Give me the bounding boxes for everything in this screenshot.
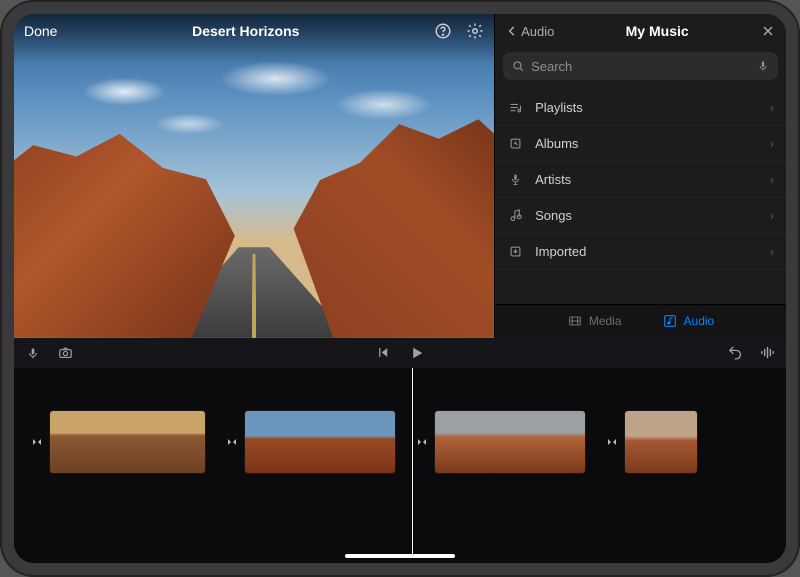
menu-item-playlists[interactable]: Playlists ›: [495, 90, 786, 126]
menu-item-imported[interactable]: Imported ›: [495, 234, 786, 270]
menu-item-albums[interactable]: Albums ›: [495, 126, 786, 162]
preview-header: Done Desert Horizons: [14, 14, 494, 48]
timeline-clip[interactable]: [435, 411, 585, 473]
preview-canvas[interactable]: [14, 14, 494, 338]
search-input[interactable]: Search: [503, 52, 778, 80]
transport-bar: [14, 338, 786, 368]
timeline-clip[interactable]: [245, 411, 395, 473]
panel-close-button[interactable]: [760, 23, 776, 39]
menu-item-songs[interactable]: Songs ›: [495, 198, 786, 234]
tab-audio-label: Audio: [684, 314, 715, 328]
ipad-frame: Done Desert Horizons: [0, 0, 800, 577]
transition-icon[interactable]: [605, 435, 619, 449]
chevron-right-icon: ›: [770, 173, 774, 187]
tab-media-label: Media: [589, 314, 622, 328]
voiceover-icon[interactable]: [24, 344, 42, 362]
done-button[interactable]: Done: [24, 23, 57, 39]
timeline-clip[interactable]: [625, 411, 697, 473]
chevron-right-icon: ›: [770, 245, 774, 259]
transition-icon[interactable]: [30, 435, 44, 449]
settings-icon[interactable]: [466, 22, 484, 40]
clips-row: [14, 408, 786, 476]
menu-item-label: Imported: [535, 244, 586, 259]
menu-item-label: Playlists: [535, 100, 583, 115]
undo-icon[interactable]: [726, 344, 744, 362]
music-category-list: Playlists › Albums › Artis: [495, 84, 786, 304]
tab-media[interactable]: Media: [567, 313, 622, 329]
timeline-clip[interactable]: [50, 411, 205, 473]
playlists-icon: [507, 100, 523, 115]
panel-back-button[interactable]: Audio: [505, 24, 554, 39]
menu-item-artists[interactable]: Artists ›: [495, 162, 786, 198]
transition-icon[interactable]: [415, 435, 429, 449]
menu-item-label: Artists: [535, 172, 571, 187]
panel-title: My Music: [626, 23, 689, 39]
app-screen: Done Desert Horizons: [14, 14, 786, 563]
menu-item-label: Albums: [535, 136, 578, 151]
top-area: Done Desert Horizons: [14, 14, 786, 338]
dictation-icon[interactable]: [756, 59, 770, 73]
play-icon[interactable]: [408, 344, 426, 362]
media-browser-panel: Audio My Music Search: [494, 14, 786, 338]
tab-audio[interactable]: Audio: [662, 313, 715, 329]
audio-icon: [662, 313, 678, 329]
albums-icon: [507, 136, 523, 151]
media-icon: [567, 313, 583, 329]
panel-header: Audio My Music: [495, 14, 786, 48]
audio-waveform-icon[interactable]: [758, 344, 776, 362]
chevron-right-icon: ›: [770, 209, 774, 223]
search-placeholder: Search: [531, 59, 750, 74]
menu-item-label: Songs: [535, 208, 572, 223]
songs-icon: [507, 208, 523, 223]
panel-back-label: Audio: [521, 24, 554, 39]
video-preview: Done Desert Horizons: [14, 14, 494, 338]
imported-icon: [507, 244, 523, 259]
skip-back-icon[interactable]: [374, 344, 392, 362]
panel-tabs: Media Audio: [495, 304, 786, 338]
playhead[interactable]: [412, 368, 413, 555]
chevron-right-icon: ›: [770, 137, 774, 151]
project-title: Desert Horizons: [192, 23, 299, 39]
search-icon: [511, 59, 525, 73]
chevron-right-icon: ›: [770, 101, 774, 115]
transition-icon[interactable]: [225, 435, 239, 449]
help-icon[interactable]: [434, 22, 452, 40]
home-indicator[interactable]: [345, 554, 455, 558]
artists-icon: [507, 172, 523, 187]
camera-icon[interactable]: [56, 344, 74, 362]
timeline[interactable]: [14, 368, 786, 563]
